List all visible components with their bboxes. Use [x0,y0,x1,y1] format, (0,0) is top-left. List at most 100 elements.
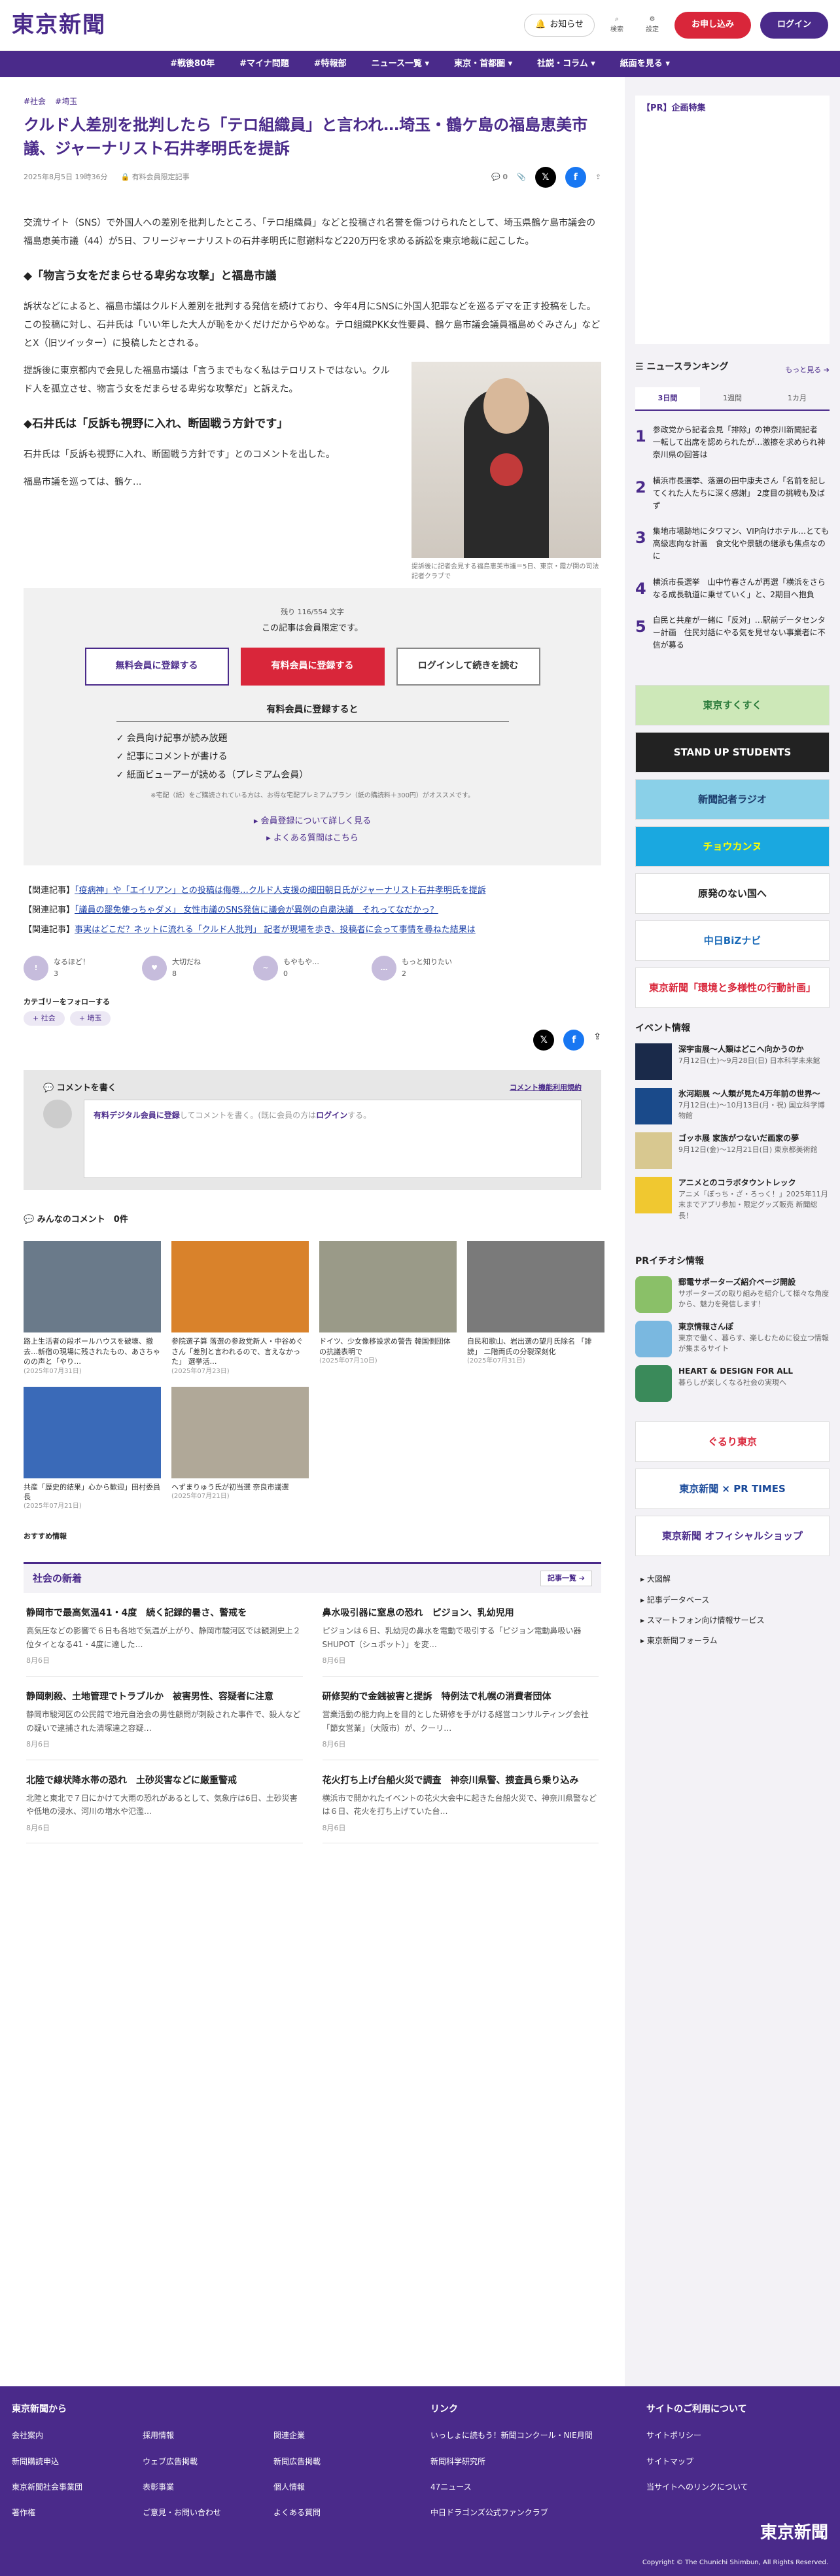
footer-link[interactable]: サイトポリシー [646,2429,748,2442]
reaction-button[interactable]: ♥ 大切だね 8 [142,955,201,981]
pr-item[interactable]: HEART & DESIGN FOR ALL 暮らしが楽しくなる社会の実現へ [635,1365,830,1402]
side-link[interactable]: ▸ スマートフォン向け情報サービス [635,1610,830,1631]
search-button[interactable]: ⌕ 検索 [604,14,630,35]
x-share-icon[interactable]: 𝕏 [534,167,556,188]
facebook-share-icon[interactable]: f [563,1029,585,1051]
pr-item[interactable]: 郵電サポーターズ紹介ページ開設 サポーターズの取り組みを紹介して様々な角度から、魅… [635,1276,830,1314]
share-icon[interactable]: ⇪ [593,1030,601,1051]
nav-item[interactable]: #マイナ問題 [237,58,292,71]
footer-link[interactable]: 表彰事業 [143,2481,247,2494]
banner[interactable]: 東京すくすく [635,684,830,725]
notice-button[interactable]: 🔔 お知らせ [524,14,595,37]
free-register-button[interactable]: 無料会員に登録する [84,647,229,686]
news-item[interactable]: 花火打ち上げ台船火災で調査 神奈川県警、捜査員ら乗り込み 横浜市で開かれたイベント… [322,1760,599,1844]
reaction-button[interactable]: … もっと知りたい 2 [372,955,452,981]
event-item[interactable]: 氷河期展 〜人類が見た4万年前の世界〜 7月12日(土)〜10月13日(月・祝) … [635,1088,830,1125]
reaction-button[interactable]: ~ もやもや… 0 [253,955,319,981]
follow-chip[interactable]: + 社会 [24,1011,65,1026]
recommended-card[interactable]: 共産「歴史的結果」心から歓迎」田村委員長 (2025年07月21日) [24,1386,161,1512]
pr-item[interactable]: 東京情報さんぽ 東京で働く、暮らす、楽しむために役立つ情報が集まるサイト [635,1321,830,1358]
related-link[interactable]: 事実はどこだ？ネットに流れる「クルド人批判」 記者が現場を歩き、投稿者に会って事… [75,925,476,935]
recommended-card[interactable]: 路上生活者の段ボールハウスを破壊、撤去…新宿の現場に残されたもの、あさちゃのの声… [24,1241,161,1376]
footer-link[interactable]: サイトマップ [646,2456,748,2468]
login-continue-button[interactable]: ログインして続きを読む [396,647,540,686]
comment-login-link[interactable]: ログイン [316,1111,347,1120]
tag-link[interactable]: #社会 [24,96,46,108]
banner[interactable]: 中日BiZナビ [635,920,830,961]
nav-item[interactable]: 東京・首都圏 ▾ [451,58,515,71]
paid-register-button[interactable]: 有料会員に登録する [240,647,385,686]
tab-1week[interactable]: 1週間 [700,387,765,409]
related-link[interactable]: 「議員の罷免使っちゃダメ」 女性市議のSNS発信に議会が異例の自粛決議 それって… [75,905,438,915]
footer-link[interactable]: 当サイトへのリンクについて [646,2481,748,2494]
section-more-link[interactable]: 記事一覧 ➔ [540,1571,592,1586]
nav-item[interactable]: 社説・コラム ▾ [534,58,598,71]
register-button[interactable]: お申し込み [674,12,751,39]
nav-item[interactable]: 紙面を見る ▾ [618,58,673,71]
footer-link[interactable]: よくある質問 [273,2507,378,2519]
banner[interactable]: 東京新聞「環境と多様性の行動計画」 [635,967,830,1008]
event-item[interactable]: ゴッホ展 家族がつないだ画家の夢 9月12日(金)〜12月21日(日) 東京都美術… [635,1132,830,1170]
site-logo[interactable]: 東京新聞 [12,7,106,43]
ranking-item[interactable]: 1 参政党から記者会見「排除」の神奈川新聞記者 一転して出席を認められたが…激擦を… [635,417,830,468]
reaction-button[interactable]: ! なるほど！ 3 [24,955,90,981]
footer-link[interactable]: 新聞科学研究所 [430,2456,620,2468]
ranking-item[interactable]: 4 横浜市長選挙 山中竹春さんが再選「横浜をさらなる成長軌道に乗せていく」と、2期… [635,570,830,608]
nav-item[interactable]: #戦後80年 [167,58,217,71]
banner[interactable]: ぐるり東京 [635,1421,830,1463]
recommended-card[interactable]: ドイツ、少女像移設求め警告 韓国側団体の抗議表明で (2025年07月10日) [319,1241,457,1376]
ranking-item[interactable]: 5 自民と共産が一緒に「反対」…駅前データセンター計画 住民対話にやる気を見せない… [635,608,830,659]
footer-link[interactable]: 関連企業 [273,2429,378,2442]
nav-item[interactable]: #特報部 [311,58,349,71]
ranking-more-link[interactable]: もっと見る ➔ [785,364,830,376]
recommended-card[interactable]: ヘずまりゅう氏が初当選 奈良市議選 (2025年07月21日) [171,1386,309,1512]
footer-link[interactable]: 新聞購読申込 [12,2456,116,2468]
share-icon[interactable]: ⇪ [595,171,601,183]
pr-feature[interactable]: 【PR】企画特集 [635,96,830,344]
footer-link[interactable]: 著作権 [12,2507,116,2519]
ranking-item[interactable]: 2 横浜市長選挙、落選の田中康夫さん「名前を記してくれた人たちに深く感謝」 2度目… [635,468,830,519]
settings-button[interactable]: ⚙ 設定 [639,14,665,35]
tab-3days[interactable]: 3日間 [635,387,700,409]
nav-item[interactable]: ニュース一覧 ▾ [369,58,432,71]
news-item[interactable]: 鼻水吸引器に窒息の恐れ ピジョン、乳幼児用 ピジョンは６日、乳幼児の鼻水を電動で吸… [322,1593,599,1677]
banner[interactable]: 東京新聞 × PR TIMES [635,1469,830,1510]
recommended-card[interactable]: 自民和歌山、岩出選の望月氏除名 「誹謗」 二階両氏の分裂深刻化 (2025年07月… [467,1241,604,1376]
event-item[interactable]: アニメとのコラボタウントレック アニメ「ぽっち・ざ・ろっく！」2025年11月末ま… [635,1177,830,1221]
comment-count[interactable]: 💬 0 [491,171,508,183]
footer-link[interactable]: 東京新聞社会事業団 [12,2481,116,2494]
footer-link[interactable]: 採用情報 [143,2429,247,2442]
x-share-icon[interactable]: 𝕏 [533,1029,555,1051]
tag-link[interactable]: #埼玉 [55,96,77,108]
footer-link[interactable]: 個人情報 [273,2481,378,2494]
banner[interactable]: 新聞記者ラジオ [635,778,830,820]
comment-input[interactable]: 有料デジタル会員に登録してコメントを書く。(既に会員の方はログインする。 [84,1099,582,1178]
footer-link[interactable]: 中日ドラゴンズ公式ファンクラブ [430,2507,620,2519]
footer-link[interactable]: 新聞広告掲載 [273,2456,378,2468]
tab-1month[interactable]: 1カ月 [765,387,830,409]
footer-logo[interactable]: 東京新聞 [760,2520,828,2547]
footer-link[interactable]: いっしょに読もう！新聞コンクール・NIE月間 [430,2429,620,2442]
side-link[interactable]: ▸ 大図解 [635,1569,830,1590]
news-item[interactable]: 静岡市で最高気温41・4度 続く記録的暑さ、警戒を 高気圧などの影響で６日も各地で… [26,1593,303,1677]
footer-link[interactable]: 47ニュース [430,2481,620,2494]
event-item[interactable]: 深宇宙展〜人類はどこへ向かうのか 7月12日(土)〜9月28日(日) 日本科学未来… [635,1043,830,1081]
comment-rules-link[interactable]: コメント機能利用規約 [510,1082,582,1096]
follow-chip[interactable]: + 埼玉 [69,1011,111,1026]
membership-info-link[interactable]: ▸ 会員登録について詳しく見る [50,813,575,830]
banner[interactable]: 東京新聞 オフィシャルショップ [635,1516,830,1557]
news-item[interactable]: 研修契約で金銭被害と提訴 特例法で札幌の消費者団体 営業活動の能力向上を目的とした… [322,1677,599,1760]
faq-link[interactable]: ▸ よくある質問はこちら [50,830,575,847]
login-button[interactable]: ログイン [760,12,828,39]
news-item[interactable]: 北陸で線状降水帯の恐れ 土砂災害などに厳重警戒 北陸と東北で７日にかけて大雨の恐れ… [26,1760,303,1844]
article-photo[interactable] [411,362,601,559]
side-link[interactable]: ▸ 東京新聞フォーラム [635,1631,830,1651]
clip-icon[interactable]: 📎 [517,171,526,183]
banner[interactable]: 原発のない国へ [635,873,830,914]
side-link[interactable]: ▸ 記事データベース [635,1590,830,1610]
banner[interactable]: STAND UP STUDENTS [635,731,830,773]
related-link[interactable]: 「疫病神」や「エイリアン」との投稿は侮辱…クルド人支援の細田朝日氏がジャーナリス… [75,886,486,896]
ranking-item[interactable]: 3 集地市場跡地にタワマン、VIP向けホテル…とても高級志向な計画 食文化や景観の… [635,519,830,570]
facebook-share-icon[interactable]: f [565,167,586,188]
news-item[interactable]: 静岡刺殺、土地管理でトラブルか 被害男性、容疑者に注意 静岡市駿河区の公民館で地元… [26,1677,303,1760]
